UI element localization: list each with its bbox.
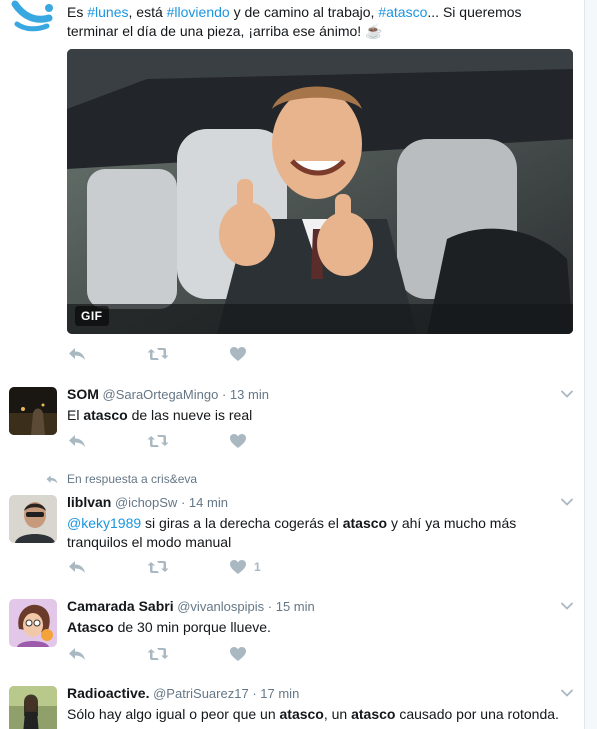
tweet-text: Sólo hay algo igual o peor que un atasco… (67, 706, 559, 722)
reply-icon (67, 433, 87, 449)
chevron-down-icon[interactable] (561, 688, 573, 698)
chevron-down-icon[interactable] (561, 389, 573, 399)
avatar[interactable] (9, 0, 57, 34)
user-fullname[interactable]: liblvan (67, 494, 111, 510)
avatar[interactable] (9, 686, 57, 729)
reply-context[interactable]: En respuesta a cris&eva (45, 472, 197, 486)
gif-badge: GIF (75, 306, 109, 326)
like-count: 1 (254, 560, 261, 574)
scrollbar[interactable] (584, 0, 597, 729)
retweet-button[interactable] (147, 559, 169, 575)
user-handle[interactable]: @ichopSw (115, 495, 177, 510)
avatar[interactable] (9, 599, 57, 647)
heart-icon (229, 646, 247, 662)
heart-icon (229, 346, 247, 362)
tweet-text: El atasco de las nueve is real (67, 407, 253, 423)
avatar[interactable] (9, 495, 57, 543)
reply-icon (67, 559, 87, 575)
tweet-text: Atasco de 30 min porque llueve. (67, 619, 271, 635)
avatar[interactable] (9, 387, 57, 435)
retweet-icon (147, 646, 169, 662)
reply-button[interactable] (67, 433, 87, 449)
tweet-text: @keky1989 si giras a la derecha cogerás … (67, 515, 517, 550)
reply-button[interactable] (67, 646, 87, 662)
tweet-timestamp[interactable]: 17 min (260, 686, 299, 701)
tweet-item[interactable]: Radioactive. @PatriSuarez17 · 17 min Sól… (0, 674, 585, 729)
user-fullname[interactable]: SOM (67, 386, 99, 402)
tweet-timestamp[interactable]: 15 min (276, 599, 315, 614)
tweet-item[interactable]: Es #lunes, está #lloviendo y de camino a… (0, 0, 585, 376)
chevron-down-icon[interactable] (561, 601, 573, 611)
tweet-item[interactable]: En respuesta a cris&eva liblvan @ichopSw… (0, 462, 585, 588)
separator: · (267, 599, 273, 614)
tweet-timestamp[interactable]: 14 min (189, 495, 228, 510)
reply-icon (67, 646, 87, 662)
separator: · (221, 387, 227, 402)
like-button[interactable] (229, 433, 247, 449)
timeline: Es #lunes, está #lloviendo y de camino a… (0, 0, 585, 729)
user-fullname[interactable]: Radioactive. (67, 685, 149, 701)
retweet-icon (147, 346, 169, 362)
gif-media[interactable]: GIF (67, 49, 573, 334)
tweet-header: Camarada Sabri @vivanlospipis · 15 min (67, 597, 573, 616)
reply-button[interactable] (67, 559, 87, 575)
tweet-item[interactable]: SOM @SaraOrtegaMingo · 13 min El atasco … (0, 375, 585, 463)
user-handle[interactable]: @vivanlospipis (177, 599, 264, 614)
like-button[interactable]: 1 (229, 559, 261, 575)
reply-icon (67, 346, 87, 362)
user-handle[interactable]: @SaraOrtegaMingo (103, 387, 219, 402)
retweet-button[interactable] (147, 346, 169, 362)
tweet-timestamp[interactable]: 13 min (230, 387, 269, 402)
retweet-icon (147, 559, 169, 575)
retweet-button[interactable] (147, 646, 169, 662)
tweet-text: Es #lunes, está #lloviendo y de camino a… (67, 4, 522, 39)
hashtag-link[interactable]: #atasco (378, 4, 427, 20)
chevron-down-icon[interactable] (561, 497, 573, 507)
reply-button[interactable] (67, 346, 87, 362)
like-button[interactable] (229, 646, 247, 662)
tweet-header: liblvan @ichopSw · 14 min (67, 493, 573, 512)
tweet-item[interactable]: Camarada Sabri @vivanlospipis · 15 min A… (0, 587, 585, 675)
heart-icon (229, 559, 247, 575)
heart-icon (229, 433, 247, 449)
gif-image (67, 49, 573, 334)
user-handle[interactable]: @PatriSuarez17 (153, 686, 249, 701)
hashtag-link[interactable]: #lloviendo (167, 4, 230, 20)
like-button[interactable] (229, 346, 247, 362)
mention-link[interactable]: @keky1989 (67, 515, 141, 531)
separator: · (252, 686, 257, 701)
tweet-header: SOM @SaraOrtegaMingo · 13 min (67, 385, 573, 404)
tweet-header: Radioactive. @PatriSuarez17 · 17 min (67, 684, 573, 703)
retweet-button[interactable] (147, 433, 169, 449)
user-fullname[interactable]: Camarada Sabri (67, 598, 174, 614)
separator: · (180, 495, 186, 510)
reply-icon (45, 474, 59, 485)
retweet-icon (147, 433, 169, 449)
hashtag-link[interactable]: #lunes (87, 4, 128, 20)
